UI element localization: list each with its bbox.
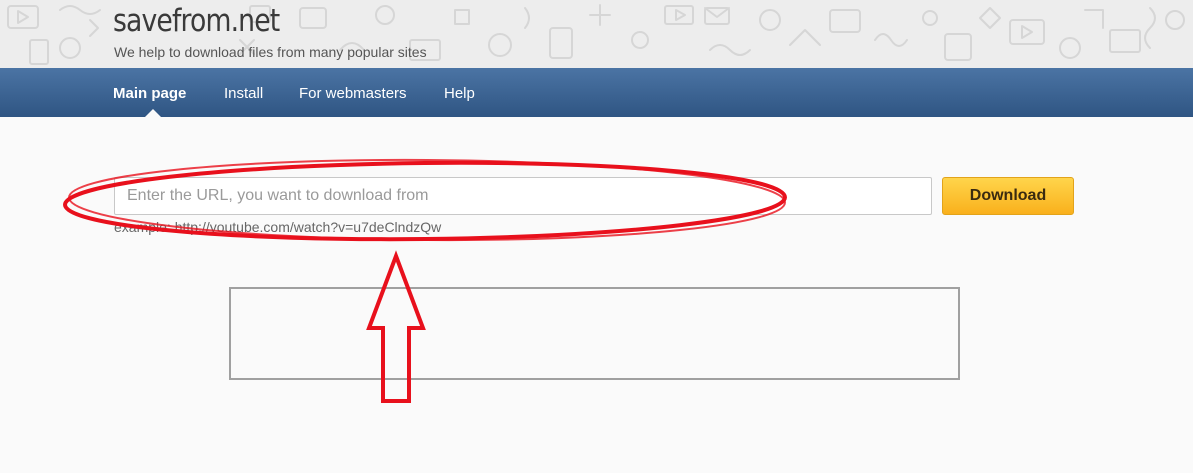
nav-install[interactable]: Install (224, 85, 263, 102)
nav-help[interactable]: Help (444, 85, 475, 102)
download-button[interactable]: Download (942, 177, 1074, 215)
url-input[interactable] (114, 177, 932, 215)
main-nav: Main page Install For webmasters Help (0, 68, 1193, 117)
nav-for-webmasters[interactable]: For webmasters (299, 85, 407, 102)
site-tagline: We help to download files from many popu… (114, 44, 427, 60)
result-box (229, 287, 960, 380)
url-example-hint: example: http://youtube.com/watch?v=u7de… (114, 219, 442, 235)
active-tab-pointer (145, 109, 161, 117)
nav-main-page[interactable]: Main page (113, 85, 186, 102)
site-logo[interactable]: savefrom.net (113, 3, 280, 39)
site-header: savefrom.net We help to download files f… (0, 0, 1193, 68)
page: savefrom.net We help to download files f… (0, 0, 1193, 473)
